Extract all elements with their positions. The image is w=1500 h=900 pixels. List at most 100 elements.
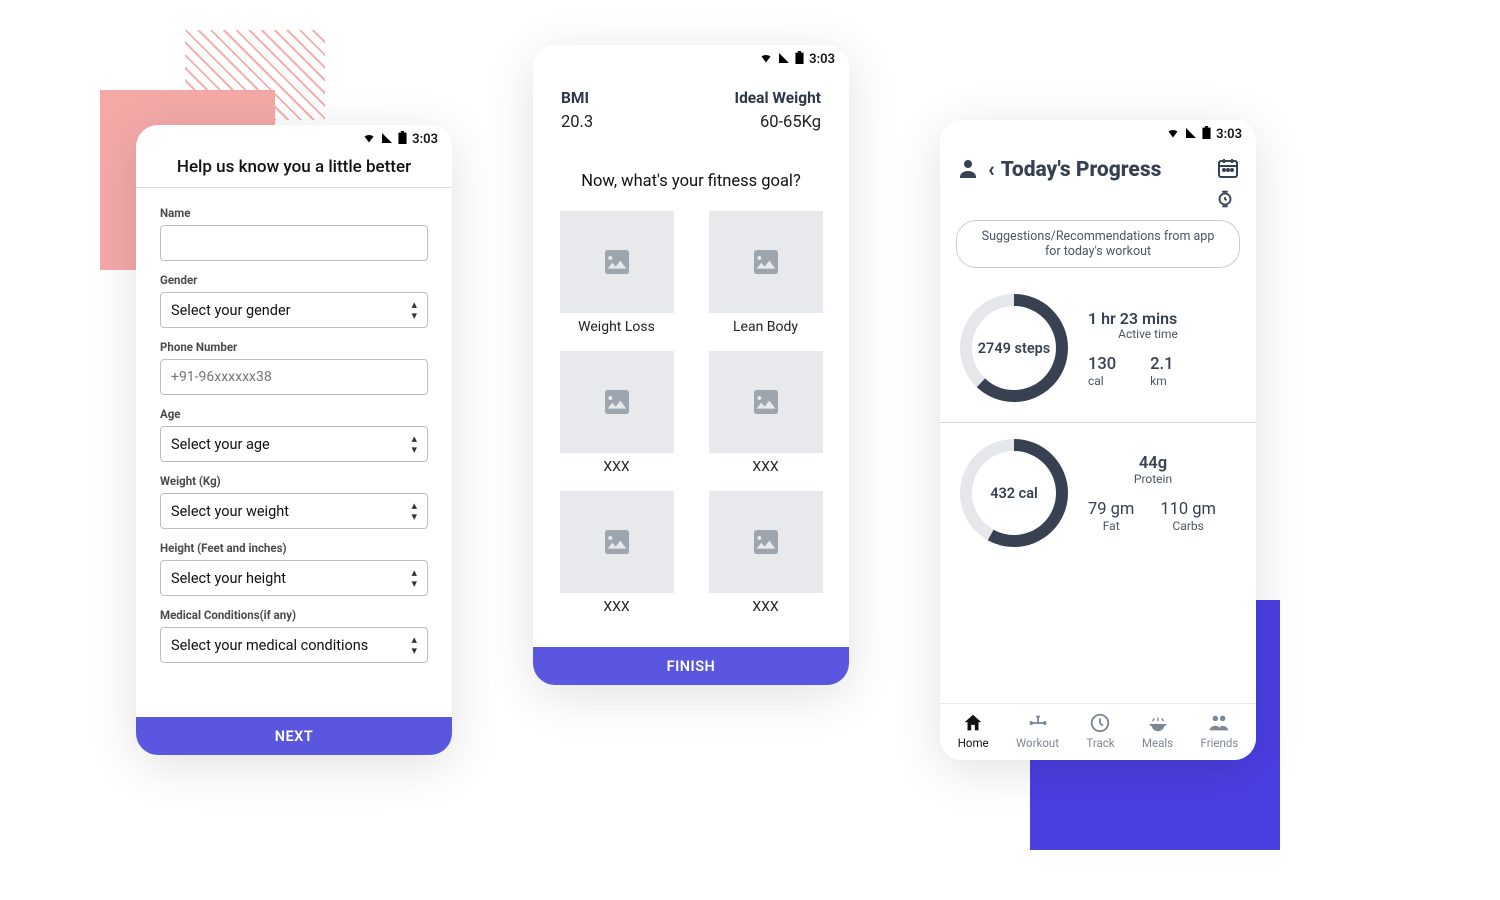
select-caret-icon: ▴▾	[411, 433, 417, 455]
phone-fitness-goal: 3:03 BMI Ideal Weight 20.3 60-65Kg Now, …	[533, 45, 849, 685]
select-caret-icon: ▴▾	[411, 299, 417, 321]
protein-value: 44g	[1088, 454, 1218, 473]
status-bar: 3:03	[136, 125, 452, 151]
gender-select-value: Select your gender	[171, 302, 291, 319]
calories-ring-value: 432 cal	[958, 437, 1070, 549]
profile-icon[interactable]	[956, 156, 980, 184]
goal-card[interactable]: XXX	[708, 351, 823, 475]
weight-label: Weight (Kg)	[160, 474, 428, 488]
height-select[interactable]: Select your height ▴▾	[160, 560, 428, 596]
weight-select-value: Select your weight	[171, 503, 289, 520]
signal-icon	[381, 132, 393, 148]
protein-label: Protein	[1088, 472, 1218, 486]
nutrition-section: 432 cal 44g Protein 79 gm Fat 110 gm Car…	[940, 423, 1256, 567]
watch-icon[interactable]	[1214, 188, 1236, 214]
calories-label: cal	[1088, 374, 1116, 388]
image-placeholder-icon	[709, 491, 823, 593]
back-chevron-icon[interactable]: ‹	[988, 158, 995, 182]
goal-card-weight-loss[interactable]: Weight Loss	[559, 211, 674, 335]
fat-label: Fat	[1088, 519, 1134, 533]
status-bar: 3:03	[940, 120, 1256, 146]
active-time-label: Active time	[1088, 327, 1238, 341]
carbs-value: 110 gm	[1160, 500, 1216, 519]
signal-icon	[1185, 127, 1197, 143]
battery-icon	[795, 51, 804, 68]
nav-track-label: Track	[1086, 736, 1114, 750]
steps-ring-value: 2749 steps	[958, 292, 1070, 404]
goal-card[interactable]: XXX	[559, 491, 674, 615]
height-select-value: Select your height	[171, 570, 286, 587]
wifi-icon	[1166, 127, 1180, 143]
medical-select-value: Select your medical conditions	[171, 637, 368, 654]
image-placeholder-icon	[560, 351, 674, 453]
nav-friends[interactable]: Friends	[1200, 712, 1238, 750]
nav-meals-label: Meals	[1142, 736, 1173, 750]
goal-card-lean-body[interactable]: Lean Body	[708, 211, 823, 335]
nav-home-label: Home	[958, 736, 989, 750]
nav-workout-label: Workout	[1016, 736, 1059, 750]
image-placeholder-icon	[709, 351, 823, 453]
battery-icon	[398, 131, 407, 148]
goal-card[interactable]: XXX	[708, 491, 823, 615]
image-placeholder-icon	[560, 211, 674, 313]
phone-input[interactable]	[160, 359, 428, 395]
phone-label: Phone Number	[160, 340, 428, 354]
battery-icon	[1202, 126, 1211, 143]
calories-ring-chart: 432 cal	[958, 437, 1070, 549]
bmi-value: 20.3	[561, 113, 593, 132]
carbs-label: Carbs	[1160, 519, 1216, 533]
bottom-nav: Home Workout Track Meals Friends	[940, 703, 1256, 760]
goal-grid: Weight Loss Lean Body XXX XXX XXX XXX	[533, 191, 849, 627]
image-placeholder-icon	[560, 491, 674, 593]
goal-card[interactable]: XXX	[559, 351, 674, 475]
medical-select[interactable]: Select your medical conditions ▴▾	[160, 627, 428, 663]
select-caret-icon: ▴▾	[411, 567, 417, 589]
height-label: Height (Feet and inches)	[160, 541, 428, 555]
nav-workout[interactable]: Workout	[1016, 712, 1059, 750]
bmi-label: BMI	[561, 89, 589, 107]
select-caret-icon: ▴▾	[411, 634, 417, 656]
status-time: 3:03	[412, 132, 438, 147]
next-button[interactable]: NEXT	[136, 717, 452, 755]
activity-section: 2749 steps 1 hr 23 mins Active time 130 …	[940, 278, 1256, 422]
name-label: Name	[160, 206, 428, 220]
gender-select[interactable]: Select your gender ▴▾	[160, 292, 428, 328]
phone-onboarding-form: 3:03 Help us know you a little better Na…	[136, 125, 452, 755]
weight-select[interactable]: Select your weight ▴▾	[160, 493, 428, 529]
page-title: Help us know you a little better	[136, 151, 452, 188]
goal-question: Now, what's your fitness goal?	[533, 172, 849, 191]
form-body: Name Gender Select your gender ▴▾ Phone …	[136, 188, 452, 717]
nav-track[interactable]: Track	[1086, 712, 1114, 750]
page-title: Today's Progress	[1001, 158, 1162, 182]
ideal-weight-label: Ideal Weight	[735, 89, 821, 107]
finish-button[interactable]: FINISH	[533, 647, 849, 685]
nav-friends-label: Friends	[1200, 736, 1238, 750]
steps-ring-chart: 2749 steps	[958, 292, 1070, 404]
status-time: 3:03	[809, 52, 835, 67]
age-label: Age	[160, 407, 428, 421]
signal-icon	[778, 52, 790, 68]
calories-value: 130	[1088, 355, 1116, 374]
goal-label: Lean Body	[733, 319, 798, 335]
nav-meals[interactable]: Meals	[1142, 712, 1173, 750]
name-input[interactable]	[160, 225, 428, 261]
select-caret-icon: ▴▾	[411, 500, 417, 522]
nav-home[interactable]: Home	[958, 712, 989, 750]
km-value: 2.1	[1150, 355, 1173, 374]
fat-value: 79 gm	[1088, 500, 1134, 519]
km-label: km	[1150, 374, 1173, 388]
suggestions-pill[interactable]: Suggestions/Recommendations from app for…	[956, 220, 1240, 268]
status-bar: 3:03	[533, 45, 849, 71]
goal-label: XXX	[603, 599, 629, 615]
goal-label: XXX	[752, 459, 778, 475]
active-time-value: 1 hr 23 mins	[1088, 309, 1238, 328]
wifi-icon	[759, 52, 773, 68]
age-select-value: Select your age	[171, 436, 270, 453]
goal-label: XXX	[603, 459, 629, 475]
gender-label: Gender	[160, 273, 428, 287]
wifi-icon	[362, 132, 376, 148]
goal-label: XXX	[752, 599, 778, 615]
age-select[interactable]: Select your age ▴▾	[160, 426, 428, 462]
calendar-icon[interactable]	[1216, 156, 1240, 184]
phone-todays-progress: 3:03 ‹ Today's Progress Suggestions/Reco…	[940, 120, 1256, 760]
